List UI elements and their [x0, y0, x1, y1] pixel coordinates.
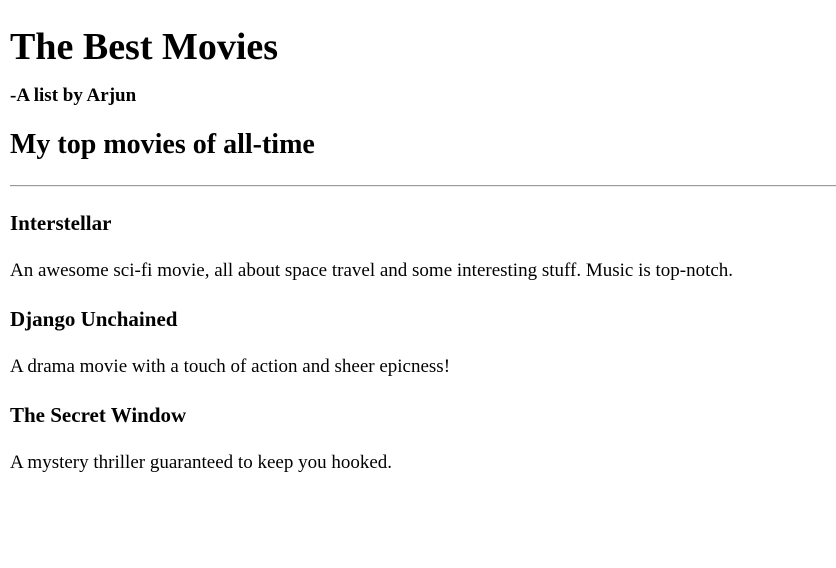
page-content: The Best Movies -A list by Arjun My top …: [0, 0, 836, 474]
movie-title: Interstellar: [10, 211, 112, 235]
movie-description: An awesome sci-fi movie, all about space…: [10, 260, 734, 281]
section-heading: My top movies of all-time: [10, 129, 315, 160]
movie-description: A mystery thriller guaranteed to keep yo…: [10, 452, 393, 473]
movie-title: Django Unchained: [10, 307, 178, 331]
movie-description: A drama movie with a touch of action and…: [10, 356, 451, 377]
movie-title: The Secret Window: [10, 403, 187, 427]
page-title: The Best Movies: [10, 26, 279, 68]
movie-entry: Interstellar An awesome sci-fi movie, al…: [10, 187, 826, 282]
movie-entry: Django Unchained A drama movie with a to…: [10, 282, 826, 378]
movie-entry: The Secret Window A mystery thriller gua…: [10, 378, 826, 474]
author-byline: -A list by Arjun: [10, 85, 137, 106]
